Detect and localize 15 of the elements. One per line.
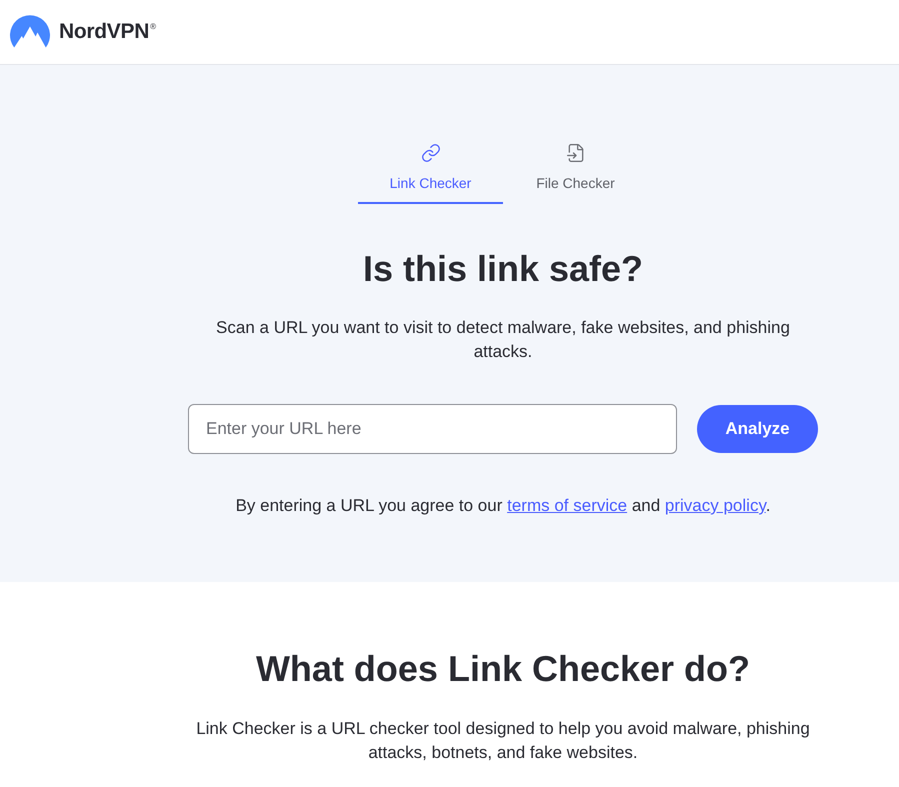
brand-name: NordVPN$^{®}$ xyxy=(59,20,156,44)
file-import-icon xyxy=(566,143,586,163)
policy-link[interactable]: terms of service xyxy=(507,496,628,515)
policy-link[interactable]: privacy policy xyxy=(664,496,766,515)
url-input-field[interactable]: Enter your URL here xyxy=(188,404,677,454)
checker-tab[interactable]: Link Checker xyxy=(358,137,503,204)
analyze-button[interactable]: Analyze xyxy=(697,405,818,453)
consent-text: By entering a URL you agree to our terms of service and privacy policy. xyxy=(236,495,770,517)
checker-tab[interactable]: File Checker xyxy=(503,137,648,204)
hero-subtitle: Scan a URL you want to visit to detect malware, fake websites, and phishing attacks. xyxy=(215,317,791,363)
hero-title: Is this link safe? xyxy=(362,247,644,291)
section-description: Link Checker is a URL checker tool designed to help you avoid malware, phishing attacks, botnets, and fake websites. xyxy=(195,718,811,764)
mountain-logo-icon xyxy=(10,15,50,49)
section-title: What does Link Checker do? xyxy=(256,647,750,691)
link-icon xyxy=(420,143,440,163)
